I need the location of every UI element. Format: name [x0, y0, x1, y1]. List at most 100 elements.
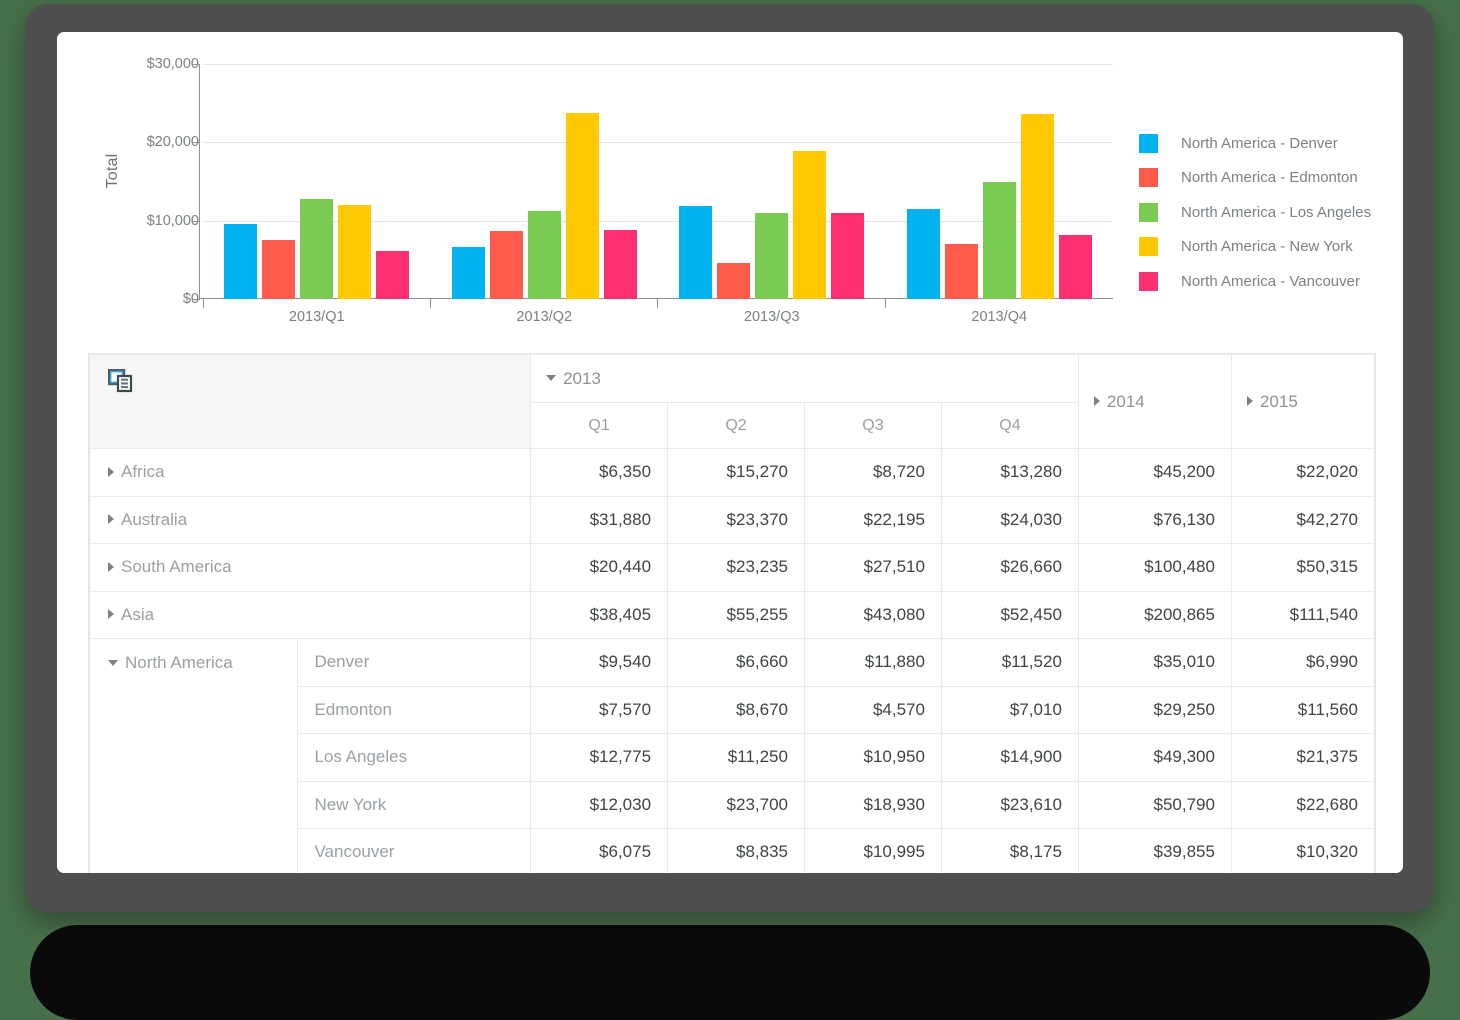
pivot-value-cell[interactable]: $200,865 [1077, 590, 1232, 639]
chart-bar[interactable] [338, 204, 372, 299]
pivot-value-cell[interactable]: $76,130 [1077, 495, 1232, 544]
pivot-grid[interactable]: 2013 2014 2015 Q1 Q2 Q3 Q4 Africa $6,350 $15,27… [88, 353, 1376, 873]
pivot-value-cell[interactable]: $6,990 [1230, 638, 1375, 687]
table-row[interactable]: Asia $38,405 $55,255 $43,080 $52,450 $200,865… [89, 590, 1375, 639]
pivot-value-cell[interactable]: $8,720 [803, 448, 942, 497]
pivot-value-cell[interactable]: $12,775 [530, 733, 669, 782]
pivot-value-cell[interactable]: $10,950 [803, 733, 942, 782]
chart-bar[interactable] [300, 198, 334, 299]
pivot-quarter-header[interactable]: Q1 [530, 402, 669, 449]
chevron-right-icon[interactable] [1093, 396, 1100, 407]
pivot-city-cell[interactable]: New York [297, 780, 532, 829]
pivot-value-cell[interactable]: $31,880 [530, 495, 669, 544]
chevron-right-icon[interactable] [108, 466, 114, 477]
pivot-corner-cell[interactable] [89, 354, 532, 449]
pivot-value-cell[interactable]: $35,010 [1077, 638, 1232, 687]
chevron-right-icon[interactable] [108, 609, 114, 620]
pivot-city-cell[interactable]: Vancouver [297, 828, 532, 873]
pivot-value-cell[interactable]: $52,450 [940, 590, 1079, 639]
pivot-value-cell[interactable]: $8,175 [940, 828, 1079, 873]
pivot-value-cell[interactable]: $26,660 [940, 543, 1079, 592]
chevron-down-icon[interactable] [546, 375, 557, 382]
pivot-year-header[interactable]: 2013 [530, 354, 1079, 403]
pivot-year-header[interactable]: 2014 [1077, 354, 1232, 449]
chart-bar[interactable] [224, 224, 258, 299]
pivot-value-cell[interactable]: $29,250 [1077, 685, 1232, 734]
pivot-value-cell[interactable]: $23,235 [667, 543, 805, 592]
pivot-value-cell[interactable]: $23,700 [667, 780, 805, 829]
chart-bar[interactable] [603, 229, 637, 299]
chart-bar[interactable] [831, 212, 865, 299]
pivot-value-cell[interactable]: $43,080 [803, 590, 942, 639]
pivot-region-cell[interactable]: Asia [89, 590, 532, 639]
pivot-value-cell[interactable]: $6,660 [667, 638, 805, 687]
pivot-value-cell[interactable]: $10,320 [1230, 828, 1375, 873]
pivot-value-cell[interactable]: $22,195 [803, 495, 942, 544]
pivot-value-cell[interactable]: $23,370 [667, 495, 805, 544]
pivot-value-cell[interactable]: $22,020 [1230, 448, 1375, 497]
pivot-quarter-header[interactable]: Q3 [803, 402, 942, 449]
chart-legend-item[interactable]: North America - Denver [1139, 126, 1399, 161]
pivot-region-cell[interactable]: Australia [89, 495, 532, 544]
pivot-value-cell[interactable]: $20,440 [530, 543, 669, 592]
pivot-city-cell[interactable]: Los Angeles [297, 733, 532, 782]
chart-bar[interactable] [755, 213, 789, 299]
pivot-value-cell[interactable]: $49,300 [1077, 733, 1232, 782]
pivot-value-cell[interactable]: $14,900 [940, 733, 1079, 782]
pivot-value-cell[interactable]: $22,680 [1230, 780, 1375, 829]
chevron-right-icon[interactable] [1246, 396, 1253, 407]
pivot-city-cell[interactable]: Edmonton [297, 685, 532, 734]
pivot-value-cell[interactable]: $27,510 [803, 543, 942, 592]
table-row[interactable]: Australia $31,880 $23,370 $22,195 $24,030 $76… [89, 495, 1375, 544]
pivot-value-cell[interactable]: $23,610 [940, 780, 1079, 829]
pivot-value-cell[interactable]: $10,995 [803, 828, 942, 873]
pivot-value-cell[interactable]: $11,250 [667, 733, 805, 782]
pivot-region-cell[interactable]: Africa [89, 448, 532, 497]
pivot-value-cell[interactable]: $6,075 [530, 828, 669, 873]
chart-bar[interactable] [679, 205, 713, 299]
pivot-value-cell[interactable]: $7,570 [530, 685, 669, 734]
pivot-value-cell[interactable]: $42,270 [1230, 495, 1375, 544]
chart-bar[interactable] [944, 244, 978, 299]
pivot-value-cell[interactable]: $45,200 [1077, 448, 1232, 497]
pivot-value-cell[interactable]: $13,280 [940, 448, 1079, 497]
pivot-value-cell[interactable]: $50,790 [1077, 780, 1232, 829]
pivot-value-cell[interactable]: $100,480 [1077, 543, 1232, 592]
pivot-quarter-header[interactable]: Q2 [667, 402, 805, 449]
chevron-right-icon[interactable] [108, 561, 114, 572]
pivot-value-cell[interactable]: $39,855 [1077, 828, 1232, 873]
table-row[interactable]: North America Denver $9,540 $6,660 $11,880 $1… [89, 638, 1375, 873]
pivot-year-header[interactable]: 2015 [1230, 354, 1375, 449]
pivot-value-cell[interactable]: $18,930 [803, 780, 942, 829]
pivot-value-cell[interactable]: $6,350 [530, 448, 669, 497]
pivot-value-cell[interactable]: $55,255 [667, 590, 805, 639]
chart-bar[interactable] [982, 182, 1016, 299]
pivot-quarter-header[interactable]: Q4 [940, 402, 1079, 449]
pivot-value-cell[interactable]: $111,540 [1230, 590, 1375, 639]
pivot-region-cell[interactable]: South America [89, 543, 532, 592]
chart-bar[interactable] [451, 246, 485, 299]
pivot-value-cell[interactable]: $8,835 [667, 828, 805, 873]
chevron-down-icon[interactable] [108, 659, 118, 666]
chart-bar[interactable] [793, 150, 827, 299]
pivot-value-cell[interactable]: $11,880 [803, 638, 942, 687]
pivot-value-cell[interactable]: $24,030 [940, 495, 1079, 544]
pivot-city-cell[interactable]: Denver [297, 638, 532, 687]
pivot-region-cell[interactable]: North America [89, 638, 299, 873]
pivot-value-cell[interactable]: $15,270 [667, 448, 805, 497]
pivot-value-cell[interactable]: $12,030 [530, 780, 669, 829]
chart-bar[interactable] [376, 251, 410, 299]
pivot-value-cell[interactable]: $4,570 [803, 685, 942, 734]
chart-legend-item[interactable]: North America - Los Angeles [1139, 195, 1399, 230]
chart-bar[interactable] [565, 113, 599, 299]
pivot-value-cell[interactable]: $11,560 [1230, 685, 1375, 734]
chart-bar[interactable] [527, 210, 561, 299]
pivot-value-cell[interactable]: $21,375 [1230, 733, 1375, 782]
chart-bar[interactable] [717, 263, 751, 299]
pivot-value-cell[interactable]: $11,520 [940, 638, 1079, 687]
chart-legend-item[interactable]: North America - New York [1139, 230, 1399, 265]
chart-bar[interactable] [489, 231, 523, 299]
chart-legend-item[interactable]: North America - Vancouver [1139, 264, 1399, 299]
pivot-value-cell[interactable]: $50,315 [1230, 543, 1375, 592]
chart-bar[interactable] [262, 239, 296, 299]
